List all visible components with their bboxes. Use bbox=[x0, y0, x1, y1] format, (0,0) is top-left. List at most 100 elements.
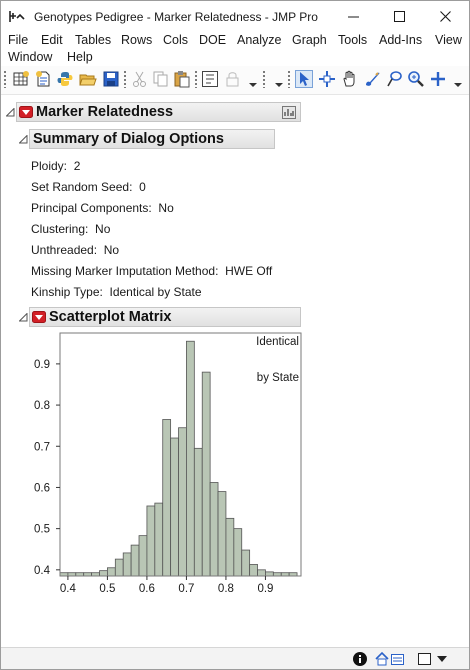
minimize-button[interactable] bbox=[331, 1, 377, 32]
menu-cols[interactable]: Cols bbox=[163, 33, 188, 47]
histogram-bar bbox=[193, 447, 203, 577]
histogram-bar bbox=[209, 482, 219, 577]
toolbar-separator bbox=[288, 71, 290, 88]
summary-title: Summary of Dialog Options bbox=[33, 131, 224, 147]
menu-graph[interactable]: Graph bbox=[292, 33, 327, 47]
toolbar-separator bbox=[263, 71, 265, 88]
close-icon bbox=[440, 11, 451, 22]
minimize-icon bbox=[348, 16, 359, 18]
maximize-button[interactable] bbox=[377, 1, 423, 32]
histogram-bar bbox=[225, 517, 235, 577]
option-unthreaded: Unthreaded: No bbox=[31, 243, 119, 257]
option-value: No bbox=[158, 201, 174, 215]
menu-rows[interactable]: Rows bbox=[121, 33, 152, 47]
red-triangle-menu-icon[interactable] bbox=[32, 311, 46, 323]
new-script-icon[interactable] bbox=[34, 70, 52, 88]
home-icon[interactable] bbox=[374, 651, 390, 667]
disclosure-expanded-icon[interactable] bbox=[6, 108, 15, 117]
blank-window-icon[interactable] bbox=[417, 651, 433, 667]
x-tick-label: 0.7 bbox=[178, 583, 194, 595]
cut-icon[interactable] bbox=[131, 70, 149, 88]
maximize-icon bbox=[394, 11, 405, 22]
python-icon[interactable] bbox=[56, 70, 74, 88]
scatterplot-header: Scatterplot Matrix bbox=[29, 307, 301, 327]
option-clustering: Clustering: No bbox=[31, 222, 110, 236]
toolbar-overflow-chevron-icon[interactable] bbox=[275, 80, 283, 88]
scatterplot-title: Scatterplot Matrix bbox=[49, 309, 172, 325]
lasso-tool-icon[interactable] bbox=[385, 70, 403, 88]
option-random-seed: Set Random Seed: 0 bbox=[31, 180, 146, 194]
menu-window[interactable]: Window bbox=[8, 50, 52, 64]
toolbar-grip[interactable] bbox=[4, 71, 6, 88]
option-value: 0 bbox=[139, 180, 146, 194]
y-tick-label: 0.5 bbox=[34, 524, 50, 536]
histogram-bar bbox=[178, 427, 187, 577]
option-label: Ploidy: bbox=[31, 159, 68, 173]
menu-doe[interactable]: DOE bbox=[199, 33, 226, 47]
plot-title-line2: by State bbox=[257, 372, 299, 384]
option-label: Missing Marker Imputation Method: bbox=[31, 264, 219, 278]
red-triangle-menu-icon[interactable] bbox=[19, 106, 33, 118]
histogram-bar bbox=[138, 535, 148, 577]
histogram-bar bbox=[241, 549, 251, 577]
open-file-icon[interactable] bbox=[79, 70, 97, 88]
histogram-bar bbox=[122, 552, 132, 577]
report-options-icon[interactable] bbox=[282, 106, 296, 119]
brush-tool-icon[interactable] bbox=[363, 70, 381, 88]
close-button[interactable] bbox=[423, 1, 469, 32]
y-tick-label: 0.9 bbox=[34, 359, 50, 371]
disclosure-expanded-icon[interactable] bbox=[19, 135, 28, 144]
y-tick-label: 0.6 bbox=[34, 482, 50, 494]
plot-title-line1: Identical bbox=[256, 336, 299, 348]
toolbar-separator bbox=[195, 71, 197, 88]
histogram-bar bbox=[217, 491, 227, 577]
histogram-bar bbox=[201, 371, 211, 577]
save-icon[interactable] bbox=[102, 70, 120, 88]
menu-bar: File Edit Tables Rows Cols DOE Analyze G… bbox=[1, 32, 469, 66]
histogram-bar bbox=[114, 558, 124, 577]
disclosure-expanded-icon[interactable] bbox=[19, 313, 28, 322]
copy-icon[interactable] bbox=[152, 70, 170, 88]
menu-edit[interactable]: Edit bbox=[41, 33, 63, 47]
x-tick-label: 0.9 bbox=[257, 583, 273, 595]
histogram-bar bbox=[265, 571, 274, 577]
dropdown-icon[interactable] bbox=[434, 651, 450, 667]
toolbar-overflow-chevron-icon[interactable] bbox=[249, 80, 257, 88]
summary-header: Summary of Dialog Options bbox=[29, 129, 275, 149]
toolbar-separator bbox=[124, 71, 126, 88]
menu-file[interactable]: File bbox=[8, 33, 28, 47]
menu-add-ins[interactable]: Add-Ins bbox=[379, 33, 422, 47]
crosshair-tool-icon[interactable] bbox=[318, 70, 336, 88]
option-label: Set Random Seed: bbox=[31, 180, 133, 194]
identical-by-state-histogram: 0.4 0.5 0.6 0.7 0.8 0.9 0.4 0.5 0.6 0.7 0.8 0.9 Iden… bbox=[34, 332, 302, 595]
jmp-app-icon bbox=[9, 11, 25, 22]
info-icon[interactable] bbox=[352, 651, 368, 667]
y-tick-label: 0.8 bbox=[34, 400, 50, 412]
menu-tables[interactable]: Tables bbox=[75, 33, 111, 47]
option-kinship-type: Kinship Type: Identical by State bbox=[31, 285, 202, 299]
menu-analyze[interactable]: Analyze bbox=[237, 33, 281, 47]
x-tick-label: 0.6 bbox=[139, 583, 155, 595]
title-bar: Genotypes Pedigree - Marker Relatedness … bbox=[1, 1, 469, 32]
option-value: Identical by State bbox=[109, 285, 202, 299]
arrow-tool-icon[interactable] bbox=[295, 70, 313, 88]
menu-view[interactable]: View bbox=[435, 33, 462, 47]
hand-tool-icon[interactable] bbox=[341, 70, 359, 88]
option-ploidy: Ploidy: 2 bbox=[31, 159, 80, 173]
histogram-bar bbox=[162, 419, 172, 577]
paste-icon[interactable] bbox=[173, 70, 191, 88]
lock-icon[interactable] bbox=[223, 70, 241, 88]
option-value: No bbox=[95, 222, 111, 236]
run-script-icon[interactable] bbox=[201, 70, 219, 88]
option-imputation-method: Missing Marker Imputation Method: HWE Of… bbox=[31, 264, 272, 278]
new-data-table-icon[interactable] bbox=[12, 70, 30, 88]
menu-tools[interactable]: Tools bbox=[338, 33, 367, 47]
toolbar bbox=[1, 66, 469, 95]
option-value: No bbox=[103, 243, 120, 257]
menu-help[interactable]: Help bbox=[67, 50, 93, 64]
toolbar-overflow-chevron-icon[interactable] bbox=[454, 80, 462, 88]
plus-tool-icon[interactable] bbox=[429, 70, 447, 88]
window-list-icon[interactable] bbox=[390, 651, 406, 667]
magnifier-icon[interactable] bbox=[407, 70, 425, 88]
histogram-bar bbox=[170, 437, 179, 577]
